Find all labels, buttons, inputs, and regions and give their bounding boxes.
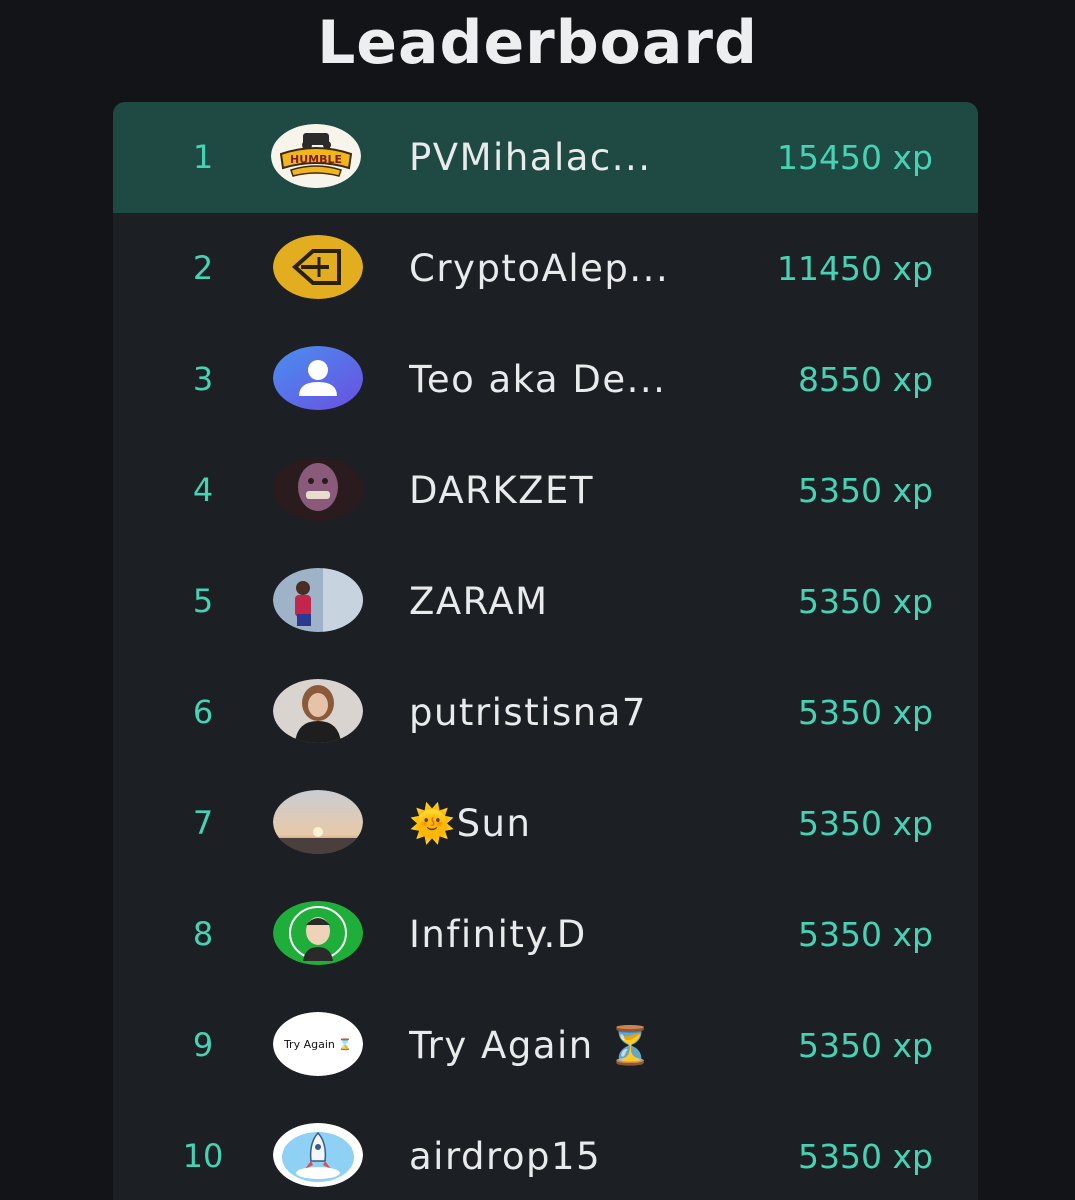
player-name: PVMihalac...	[409, 136, 652, 179]
rank-number: 2	[192, 249, 214, 287]
leaderboard-screen: Leaderboard 1 HUMBLE PVMihalac... 15450 …	[0, 0, 1075, 1200]
try-again-avatar[interactable]: Try Again ⌛	[273, 1012, 363, 1076]
avatar-text: Try Again ⌛	[283, 1038, 352, 1051]
rank-number: 4	[192, 471, 214, 509]
leaderboard-row-6[interactable]: 6 putristisna7 5350 xp	[113, 657, 978, 768]
rank-number: 8	[192, 915, 214, 953]
leaderboard-row-7[interactable]: 7 🌞Sun 5350 xp	[113, 768, 978, 879]
rank-number: 1	[192, 138, 214, 176]
player-name: putristisna7	[409, 691, 647, 734]
player-xp: 5350 xp	[798, 804, 933, 843]
user-icon	[273, 346, 363, 410]
leaderboard-row-3[interactable]: 3 Teo aka De... 8550 xp	[113, 324, 978, 435]
player-xp: 11450 xp	[777, 249, 933, 288]
svg-text:HUMBLE: HUMBLE	[290, 153, 342, 166]
rank-number: 6	[192, 693, 214, 731]
woman-photo-icon	[273, 679, 363, 743]
rank-number: 3	[192, 360, 214, 398]
humble-tractors-avatar[interactable]: HUMBLE	[271, 124, 361, 188]
green-cartoon-avatar[interactable]	[273, 901, 363, 965]
player-name: 🌞Sun	[409, 802, 532, 845]
player-name: DARKZET	[409, 469, 594, 512]
rank-number: 7	[192, 804, 214, 842]
purple-character-avatar[interactable]	[273, 457, 363, 521]
humble-tractors-logo-icon: HUMBLE	[271, 124, 361, 188]
leaderboard-row-9[interactable]: 9 Try Again ⌛ Try Again ⏳ 5350 xp	[113, 990, 978, 1101]
player-name: Try Again ⏳	[409, 1024, 655, 1067]
player-name: ZARAM	[409, 580, 549, 623]
leaderboard-list[interactable]: 1 HUMBLE PVMihalac... 15450 xp 2 CryptoA…	[113, 102, 978, 1200]
rank-number: 10	[182, 1137, 224, 1175]
page-title: Leaderboard	[317, 8, 758, 78]
arrow-logo-icon	[273, 235, 363, 299]
player-name: Infinity.D	[409, 913, 587, 956]
rocket-avatar[interactable]	[273, 1123, 363, 1187]
sunset-photo-avatar[interactable]	[273, 790, 363, 854]
leaderboard-row-10[interactable]: 10 airdrop15 5350 xp	[113, 1101, 978, 1200]
player-name: airdrop15	[409, 1135, 602, 1178]
sunset-icon	[273, 790, 363, 854]
rocket-icon	[273, 1123, 363, 1187]
try-again-text-icon: Try Again ⌛	[273, 1012, 363, 1076]
leaderboard-row-2[interactable]: 2 CryptoAlep... 11450 xp	[113, 213, 978, 324]
player-xp: 8550 xp	[798, 360, 933, 399]
person-photo-icon	[273, 568, 363, 632]
player-xp: 5350 xp	[798, 1137, 933, 1176]
purple-face-icon	[273, 457, 363, 521]
player-xp: 5350 xp	[798, 693, 933, 732]
yellow-arrow-avatar[interactable]	[273, 235, 363, 299]
leaderboard-row-8[interactable]: 8 Infinity.D 5350 xp	[113, 879, 978, 990]
leaderboard-row-5[interactable]: 5 ZARAM 5350 xp	[113, 546, 978, 657]
player-name: CryptoAlep...	[409, 247, 670, 290]
player-name: Teo aka De...	[409, 358, 667, 401]
leaderboard-row-4[interactable]: 4 DARKZET 5350 xp	[113, 435, 978, 546]
player-xp: 15450 xp	[777, 138, 933, 177]
woman-photo-avatar[interactable]	[273, 679, 363, 743]
leaderboard-row-1[interactable]: 1 HUMBLE PVMihalac... 15450 xp	[113, 102, 978, 213]
player-xp: 5350 xp	[798, 915, 933, 954]
player-xp: 5350 xp	[798, 471, 933, 510]
player-xp: 5350 xp	[798, 1026, 933, 1065]
person-photo-avatar[interactable]	[273, 568, 363, 632]
cartoon-face-icon	[273, 901, 363, 965]
rank-number: 9	[192, 1026, 214, 1064]
default-user-avatar[interactable]	[273, 346, 363, 410]
rank-number: 5	[192, 582, 214, 620]
player-xp: 5350 xp	[798, 582, 933, 621]
